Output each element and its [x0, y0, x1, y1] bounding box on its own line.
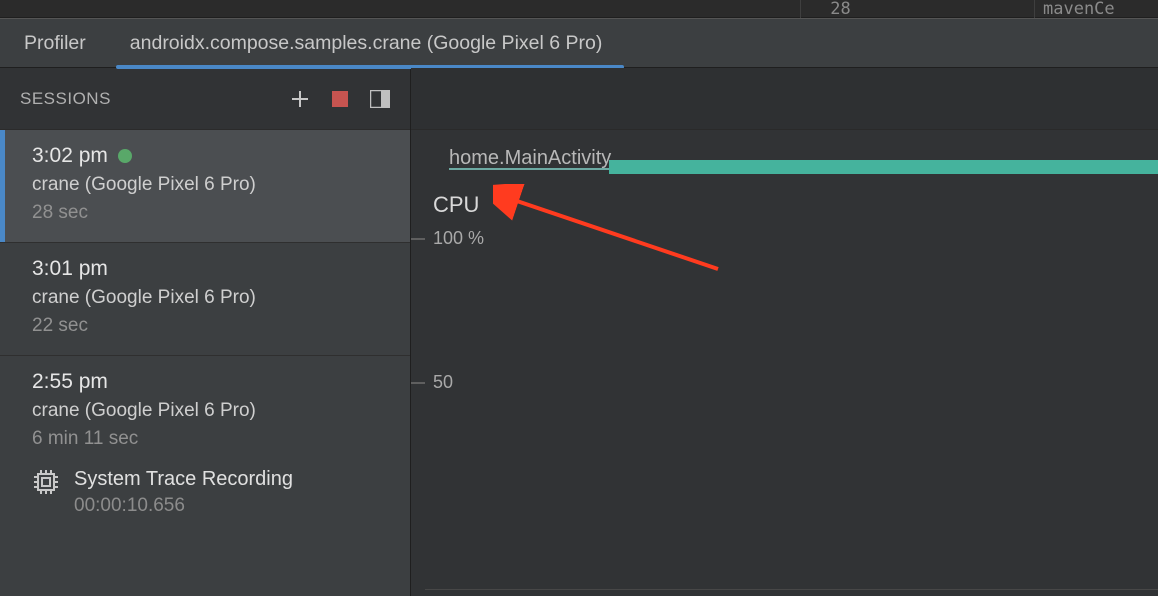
- session-time: 2:55 pm: [32, 370, 108, 394]
- add-session-button[interactable]: [288, 87, 312, 111]
- y-tick-100: 100 %: [411, 228, 484, 249]
- session-device: crane (Google Pixel 6 Pro): [32, 174, 392, 196]
- timeline-header-strip: [411, 68, 1158, 130]
- tab-process[interactable]: androidx.compose.samples.crane (Google P…: [110, 18, 623, 68]
- sessions-sidebar: SESSIONS 3:02 pm crane (Google Pixel 6 P…: [0, 68, 411, 596]
- session-duration: 6 min 11 sec: [32, 428, 392, 450]
- section-divider: [425, 589, 1158, 590]
- trace-recording-row[interactable]: System Trace Recording 00:00:10.656: [32, 468, 392, 517]
- cpu-chip-icon: [32, 468, 60, 496]
- panel-toggle-button[interactable]: [368, 87, 392, 111]
- session-duration: 22 sec: [32, 315, 392, 337]
- plus-icon: [290, 89, 310, 109]
- sessions-controls: [288, 87, 410, 111]
- session-duration: 28 sec: [32, 202, 392, 224]
- sessions-header: SESSIONS: [0, 68, 410, 130]
- stop-icon: [331, 90, 349, 108]
- profiler-tab-bar: Profiler androidx.compose.samples.crane …: [0, 18, 1158, 68]
- session-device: crane (Google Pixel 6 Pro): [32, 287, 392, 309]
- session-time: 3:02 pm: [32, 144, 108, 168]
- activity-bar: home.MainActivity: [449, 142, 1158, 172]
- line-number: 28: [800, 0, 880, 18]
- stop-session-button[interactable]: [328, 87, 352, 111]
- profiler-main-panel: home.MainActivity CPU 100 % 50: [411, 68, 1158, 596]
- panel-toggle-icon: [370, 90, 390, 108]
- session-time: 3:01 pm: [32, 257, 108, 281]
- sessions-title: SESSIONS: [20, 89, 288, 109]
- tab-profiler[interactable]: Profiler: [4, 18, 106, 68]
- session-item[interactable]: 2:55 pm crane (Google Pixel 6 Pro) 6 min…: [0, 356, 410, 535]
- y-tick-50-label: 50: [433, 372, 453, 393]
- live-indicator-icon: [118, 149, 132, 163]
- session-item[interactable]: 3:02 pm crane (Google Pixel 6 Pro) 28 se…: [0, 130, 410, 243]
- trace-label: System Trace Recording: [74, 468, 293, 491]
- cpu-section-label: CPU: [433, 192, 479, 218]
- tick-mark-icon: [411, 238, 425, 240]
- y-tick-100-label: 100 %: [433, 228, 484, 249]
- session-device: crane (Google Pixel 6 Pro): [32, 400, 392, 422]
- y-tick-50: 50: [411, 372, 453, 393]
- session-item[interactable]: 3:01 pm crane (Google Pixel 6 Pro) 22 se…: [0, 243, 410, 356]
- trace-duration: 00:00:10.656: [74, 495, 293, 517]
- tab-profiler-label: Profiler: [24, 32, 86, 55]
- tick-mark-icon: [411, 382, 425, 384]
- activity-running-segment: [609, 160, 1158, 174]
- editor-text-fragment: mavenCe: [1034, 0, 1158, 18]
- tab-process-label: androidx.compose.samples.crane (Google P…: [130, 32, 603, 55]
- annotation-arrow-icon: [493, 184, 733, 284]
- editor-strip: 28 mavenCe: [0, 0, 1158, 18]
- activity-name: home.MainActivity: [449, 147, 611, 172]
- cpu-chart-area[interactable]: home.MainActivity CPU 100 % 50: [411, 130, 1158, 596]
